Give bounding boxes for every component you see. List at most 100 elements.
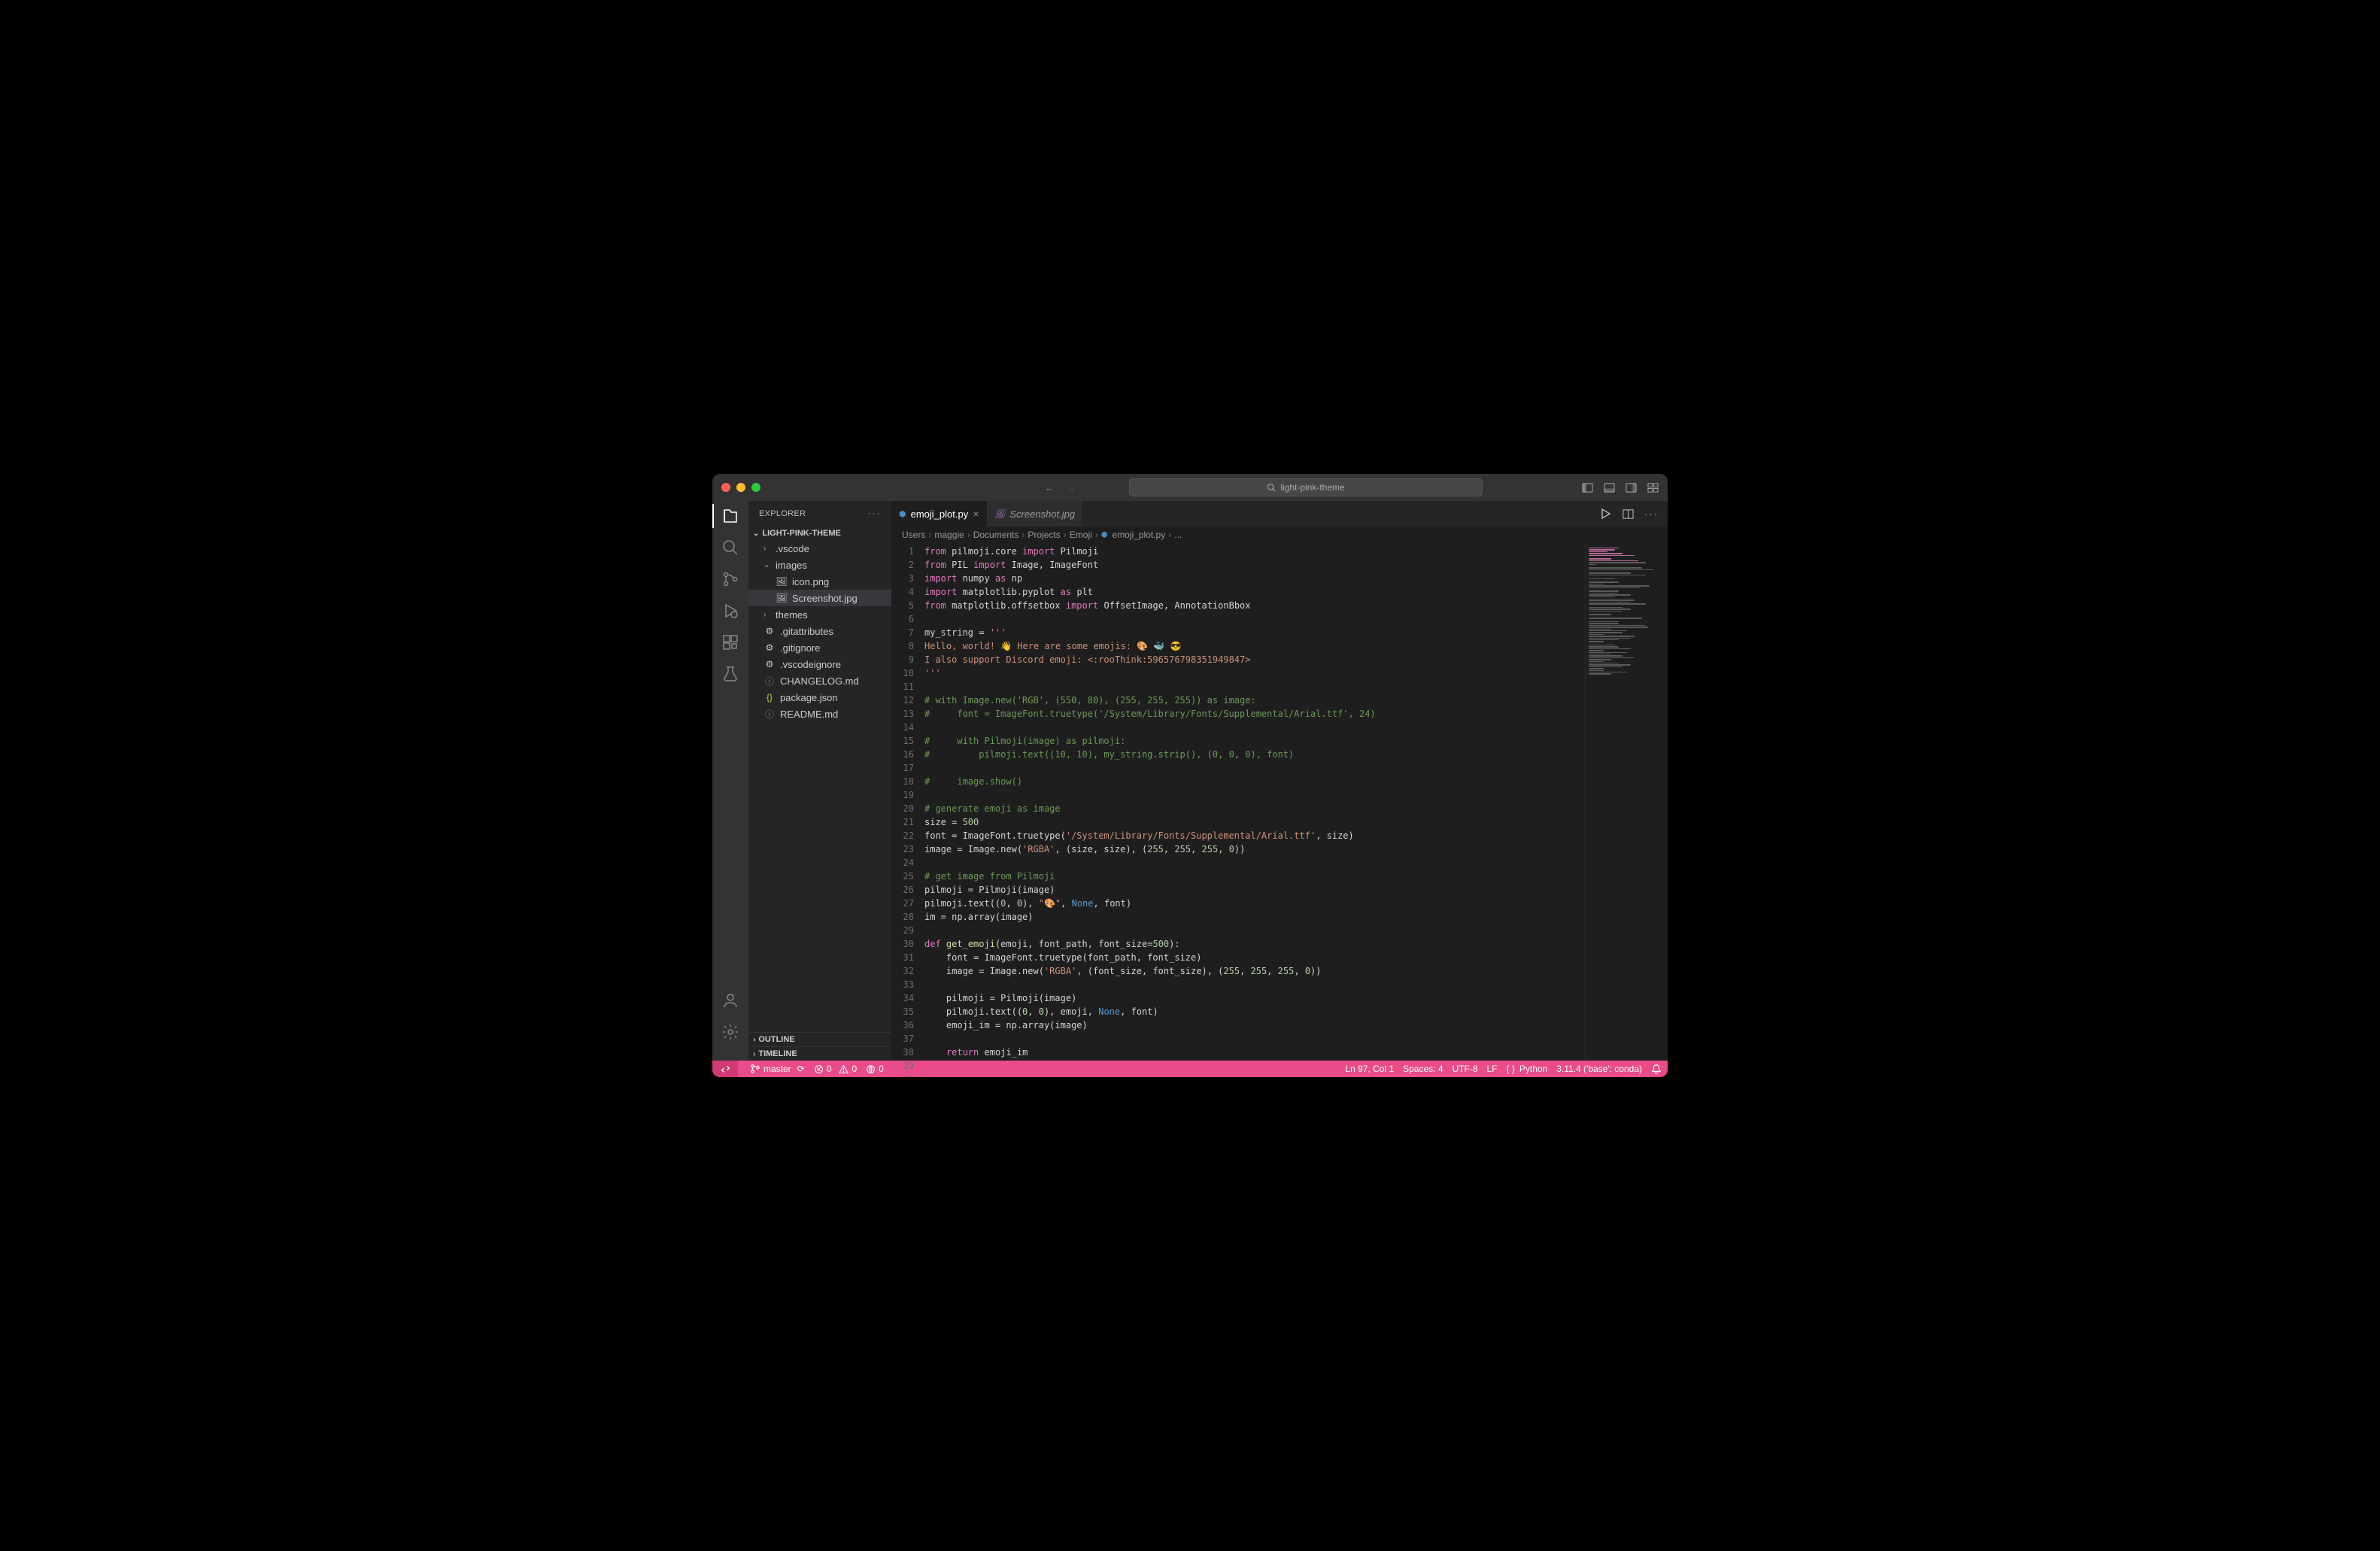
file-item[interactable]: 🖼Screenshot.jpg [748, 590, 891, 606]
nav-forward-button[interactable]: → [1067, 482, 1076, 493]
tab-label: emoji_plot.py [911, 508, 969, 520]
line-number: 24 [891, 856, 924, 870]
breadcrumb-segment[interactable]: Projects [1028, 530, 1060, 540]
file-item[interactable]: ⚙.gitattributes [748, 623, 891, 639]
editor-tab[interactable]: ⬢emoji_plot.py× [891, 501, 987, 527]
line-number: 11 [891, 680, 924, 694]
breadcrumb-separator: › [1168, 530, 1171, 540]
breadcrumb-segment[interactable]: Documents [973, 530, 1019, 540]
file-item[interactable]: 🖼icon.png [748, 573, 891, 590]
layout-sidebar-right-icon[interactable] [1626, 482, 1637, 493]
tree-item-label: images [776, 560, 807, 571]
cursor-position[interactable]: Ln 97, Col 1 [1345, 1064, 1394, 1074]
chevron-right-icon: › [763, 545, 771, 553]
code-line [924, 680, 1585, 694]
code-line: pilmoji = Pilmoji(image) [924, 883, 1585, 897]
code-line: font = ImageFont.truetype(font_path, fon… [924, 951, 1585, 964]
file-item[interactable]: ⚙.vscodeignore [748, 656, 891, 672]
code-line: # get image from Pilmoji [924, 870, 1585, 883]
close-tab-icon[interactable]: × [973, 508, 979, 520]
breadcrumb-separator: › [1095, 530, 1098, 540]
project-section[interactable]: ⌄ LIGHT-PINK-THEME [748, 527, 891, 540]
breadcrumbs[interactable]: Users›maggie›Documents›Projects›Emoji›⬢e… [891, 527, 1668, 543]
account-icon[interactable] [721, 991, 739, 1009]
nav-back-button[interactable]: ← [1045, 482, 1055, 493]
chevron-right-icon: › [763, 611, 771, 619]
line-number: 38 [891, 1046, 924, 1059]
folder-item[interactable]: › .vscode [748, 540, 891, 557]
problems[interactable]: 0 0 [814, 1064, 857, 1074]
file-item[interactable]: ⓘCHANGELOG.md [748, 672, 891, 689]
close-window-button[interactable] [721, 483, 730, 492]
sidebar-title: EXPLORER [759, 509, 806, 518]
port-count: 0 [879, 1064, 884, 1074]
editor-tab[interactable]: 🖼Screenshot.jpg [987, 501, 1083, 527]
line-number: 9 [891, 653, 924, 666]
code-editor[interactable]: from pilmoji.core import Pilmojifrom PIL… [924, 543, 1585, 1061]
sidebar-more-icon[interactable]: ··· [868, 509, 881, 518]
tree-item-label: .vscode [776, 543, 809, 554]
split-editor-icon[interactable] [1623, 508, 1634, 520]
notifications-icon[interactable] [1651, 1064, 1662, 1074]
language-mode[interactable]: { } Python [1507, 1064, 1548, 1074]
vscode-window: ← → light-pink-theme [712, 474, 1668, 1077]
breadcrumb-segment[interactable]: Emoji [1070, 530, 1092, 540]
explorer-icon[interactable] [721, 507, 739, 525]
line-number: 35 [891, 1005, 924, 1018]
layout-sidebar-left-icon[interactable] [1582, 482, 1593, 493]
breadcrumb-segment[interactable]: ... [1174, 530, 1182, 540]
git-branch[interactable]: master ⟳ [750, 1064, 805, 1074]
extensions-icon[interactable] [721, 633, 739, 651]
tree-item-label: themes [776, 609, 808, 621]
line-number: 4 [891, 585, 924, 599]
timeline-section[interactable]: › TIMELINE [748, 1046, 891, 1061]
code-line: emoji_im = np.array(image) [924, 1018, 1585, 1032]
run-file-icon[interactable] [1600, 508, 1612, 520]
code-line [924, 924, 1585, 937]
code-line: size = 500 [924, 815, 1585, 829]
code-line: image = Image.new('RGBA', (size, size), … [924, 842, 1585, 856]
command-center[interactable]: light-pink-theme [1129, 478, 1483, 496]
indentation[interactable]: Spaces: 4 [1403, 1064, 1443, 1074]
code-line: import matplotlib.pyplot as plt [924, 585, 1585, 599]
layout-panel-bottom-icon[interactable] [1604, 482, 1615, 493]
eol[interactable]: LF [1487, 1064, 1498, 1074]
source-control-icon[interactable] [721, 570, 739, 588]
folder-item[interactable]: › themes [748, 606, 891, 623]
line-number: 1 [891, 545, 924, 558]
more-actions-icon[interactable]: ··· [1644, 508, 1659, 520]
breadcrumb-segment[interactable]: maggie [934, 530, 964, 540]
project-name: LIGHT-PINK-THEME [762, 529, 841, 538]
tab-actions: ··· [1600, 501, 1668, 527]
line-number: 7 [891, 626, 924, 639]
file-item[interactable]: ⚙.gitignore [748, 639, 891, 656]
minimap[interactable] [1585, 543, 1668, 1061]
code-line: pilmoji = Pilmoji(image) [924, 991, 1585, 1005]
file-icon: 🖼 [776, 576, 788, 587]
ports[interactable]: 0 [866, 1064, 884, 1074]
breadcrumb-separator: › [1022, 530, 1025, 540]
line-number: 22 [891, 829, 924, 842]
code-line: from matplotlib.offsetbox import OffsetI… [924, 599, 1585, 612]
minimize-window-button[interactable] [736, 483, 745, 492]
folder-item[interactable]: ⌄images [748, 557, 891, 573]
code-line: image = Image.new('RGBA', (font_size, fo… [924, 964, 1585, 978]
line-number: 15 [891, 734, 924, 748]
customize-layout-icon[interactable] [1647, 482, 1659, 493]
breadcrumb-segment[interactable]: Users [902, 530, 925, 540]
testing-icon[interactable] [721, 665, 739, 683]
encoding[interactable]: UTF-8 [1453, 1064, 1478, 1074]
maximize-window-button[interactable] [751, 483, 760, 492]
python-interpreter[interactable]: 3.11.4 ('base': conda) [1556, 1064, 1642, 1074]
line-number: 5 [891, 599, 924, 612]
line-number: 23 [891, 842, 924, 856]
file-item[interactable]: {}package.json [748, 689, 891, 706]
remote-indicator[interactable] [712, 1061, 738, 1077]
outline-section[interactable]: › OUTLINE [748, 1032, 891, 1046]
breadcrumb-segment[interactable]: emoji_plot.py [1113, 530, 1166, 540]
code-line: Hello, world! 👋 Here are some emojis: 🎨 … [924, 639, 1585, 653]
search-icon[interactable] [721, 539, 739, 557]
settings-gear-icon[interactable] [721, 1023, 739, 1041]
file-item[interactable]: ⓘREADME.md [748, 706, 891, 722]
run-debug-icon[interactable] [721, 602, 739, 620]
